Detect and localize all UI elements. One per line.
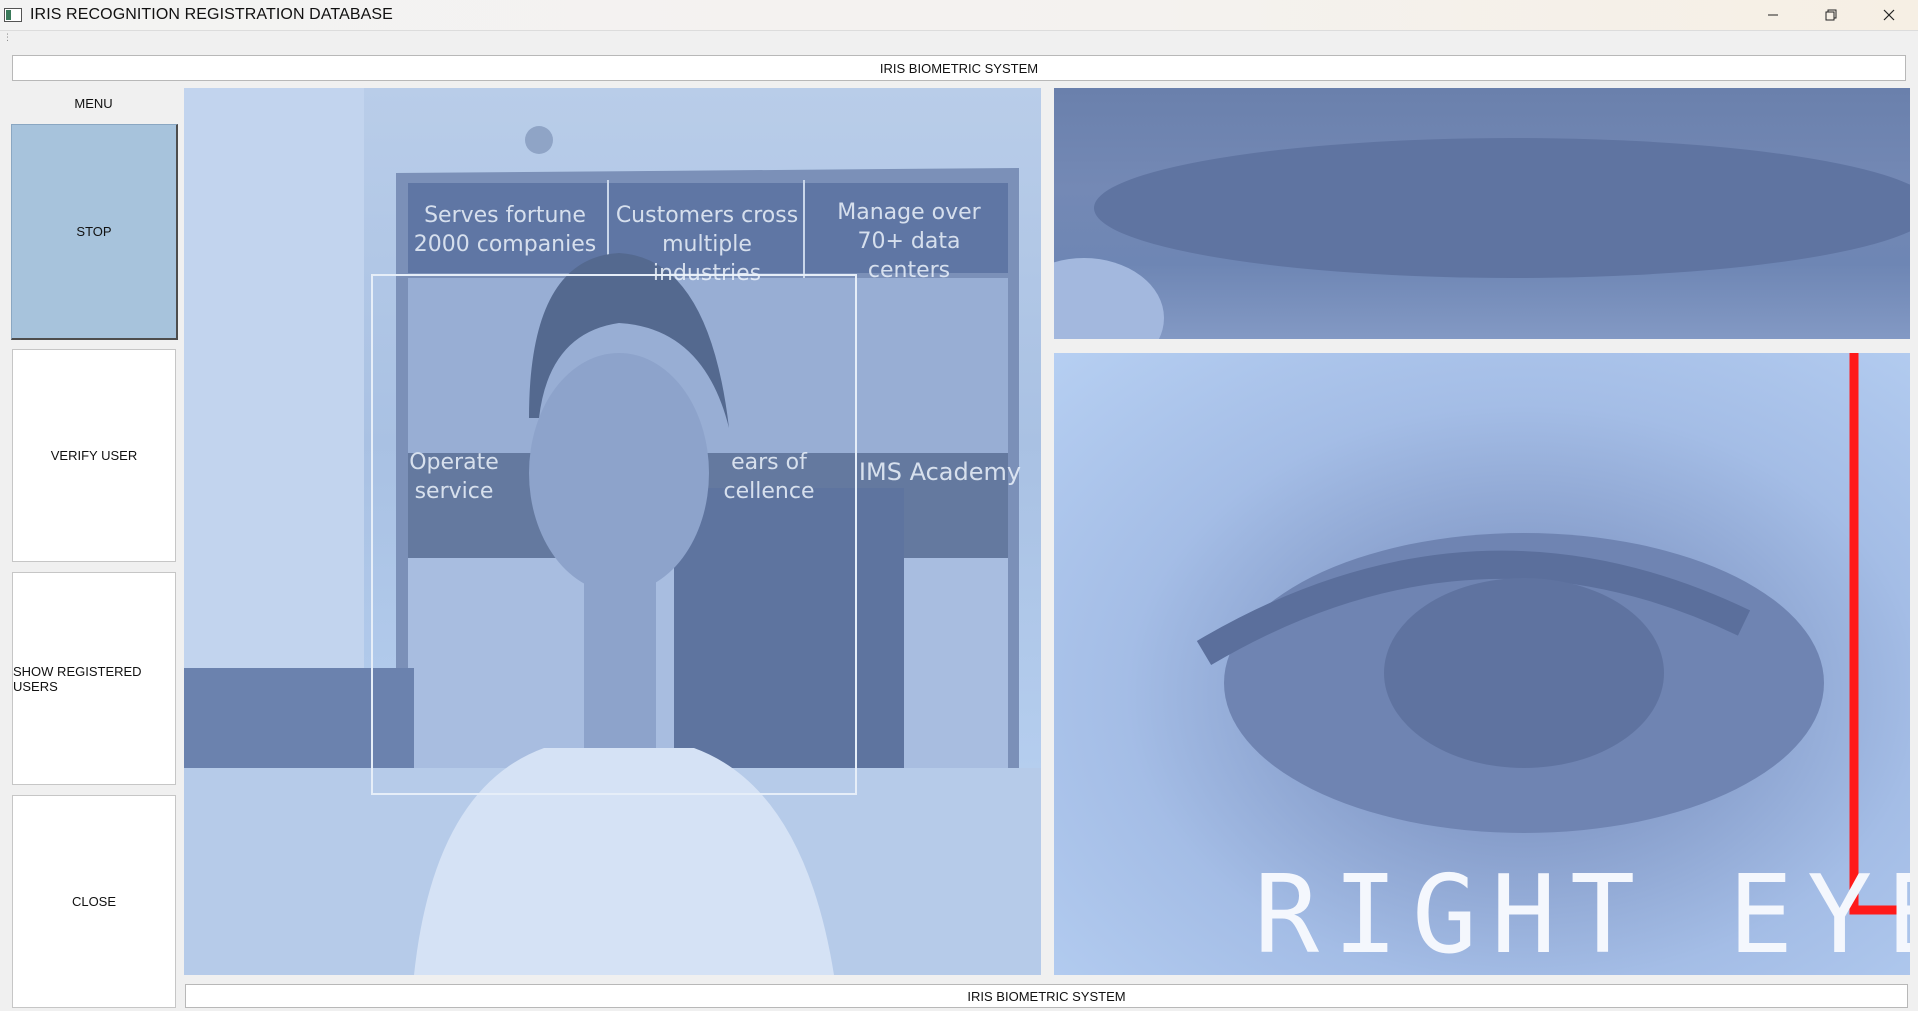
eye-top-scene: [1054, 138, 1910, 339]
close-button[interactable]: CLOSE: [12, 795, 176, 1008]
title-bar: IRIS RECOGNITION REGISTRATION DATABASE: [0, 0, 1918, 30]
eye-region-marker: [1849, 353, 1910, 915]
header-label: IRIS BIOMETRIC SYSTEM: [12, 55, 1906, 81]
menu-strip: ⋮: [0, 30, 1918, 44]
close-icon[interactable]: [1860, 0, 1918, 30]
right-eye-feed: RIGHT EYE: [1054, 353, 1910, 975]
poster-text: Customers cross multiple industries: [615, 203, 799, 286]
window-title: IRIS RECOGNITION REGISTRATION DATABASE: [30, 6, 393, 23]
show-registered-users-button[interactable]: SHOW REGISTERED USERS: [12, 572, 176, 785]
minimize-icon[interactable]: [1744, 0, 1802, 30]
eye-label: RIGHT EYE: [1254, 853, 1910, 975]
camera-feed: Serves fortune 2000 companies Customers …: [184, 88, 1041, 975]
poster-text: Manage over 70+ data centers: [837, 200, 981, 283]
window-controls: [1744, 0, 1918, 30]
poster-text: IMS Academy: [858, 458, 1022, 486]
menu-title: MENU: [74, 95, 113, 111]
restore-icon[interactable]: [1802, 0, 1860, 30]
app-window-icon: [4, 8, 22, 22]
footer-label: IRIS BIOMETRIC SYSTEM: [185, 984, 1908, 1008]
stop-button[interactable]: STOP: [11, 124, 178, 340]
poster-text: Operate service: [409, 450, 499, 504]
verify-user-button[interactable]: VERIFY USER: [12, 349, 176, 562]
left-eye-feed: [1054, 88, 1910, 339]
poster-text: ears of cellence: [723, 450, 815, 504]
menu-grip-icon: ⋮: [3, 32, 12, 42]
poster-text: Serves fortune 2000 companies: [413, 203, 597, 257]
